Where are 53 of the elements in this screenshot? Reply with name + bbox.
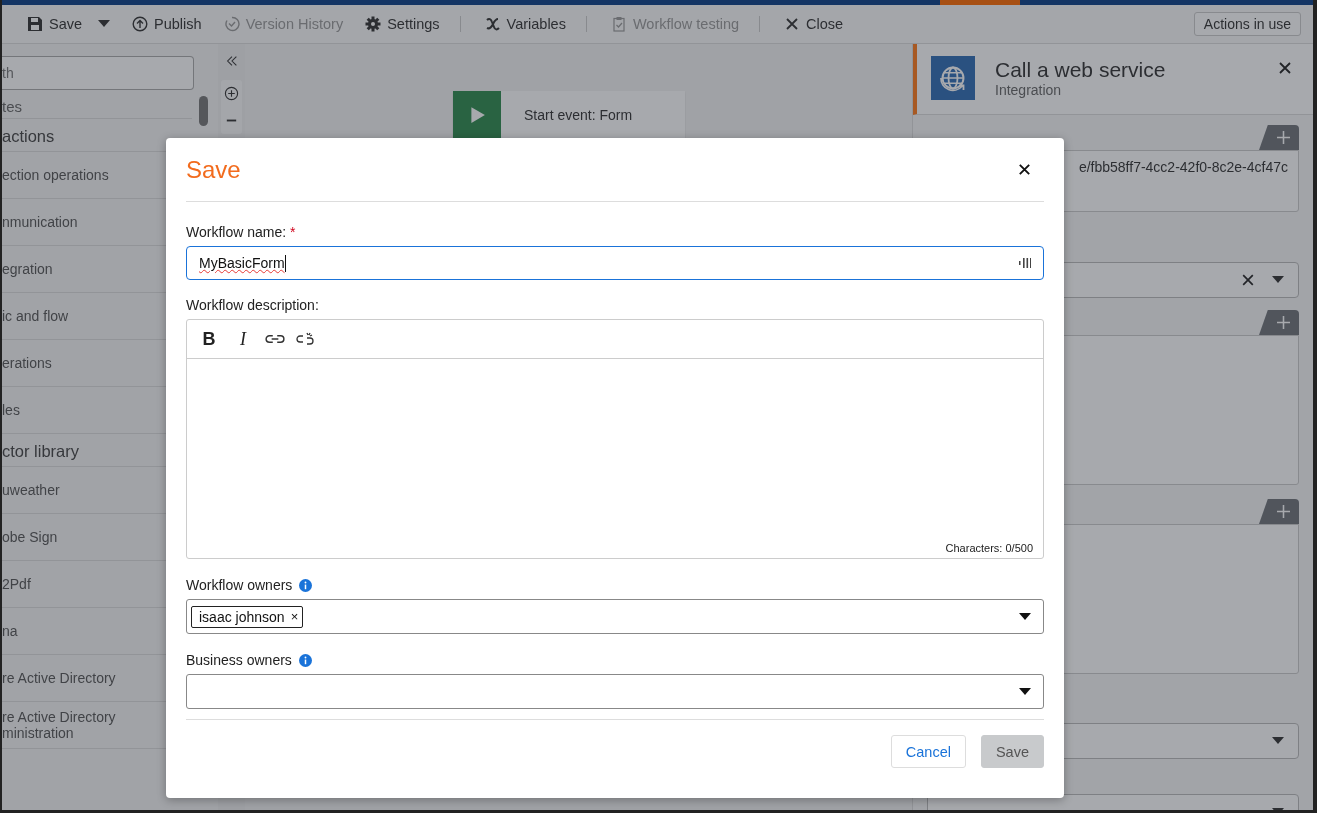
add-tab[interactable]: [1259, 310, 1299, 335]
play-icon: [468, 105, 486, 125]
caret-icon: [1019, 687, 1031, 696]
name-input[interactable]: MyBasicForm: [186, 246, 1044, 280]
clear-icon[interactable]: [1242, 274, 1254, 286]
link-icon[interactable]: [265, 332, 285, 346]
scrollbar[interactable]: [199, 96, 208, 126]
upload-icon: [132, 16, 149, 32]
collapse-icon[interactable]: [224, 54, 239, 68]
tag-label: isaac johnson: [199, 608, 285, 625]
panel-subtitle: Integration: [995, 82, 1063, 98]
plus-icon: [1277, 316, 1290, 329]
toolbar-button[interactable]: Close: [782, 16, 854, 32]
add-tab[interactable]: [1259, 125, 1299, 150]
plus-icon: [1277, 131, 1290, 144]
cancel-button[interactable]: Cancel: [890, 735, 966, 768]
caret-icon: [1019, 612, 1031, 621]
start-event-node[interactable]: Start event: Form: [453, 91, 685, 139]
close-icon[interactable]: [1017, 162, 1032, 177]
business-owners-select[interactable]: [186, 674, 1044, 709]
plus-icon: [1277, 505, 1290, 518]
node-label: Start event: Form: [523, 106, 633, 125]
italic-button[interactable]: I: [231, 328, 255, 350]
history-icon: [223, 16, 240, 32]
description-editor[interactable]: B I Characters: 0/500: [186, 319, 1044, 559]
zoom-in-icon[interactable]: [224, 86, 239, 101]
owners-select[interactable]: isaac johnson ×: [186, 599, 1044, 634]
bold-button[interactable]: B: [197, 328, 221, 350]
info-icon[interactable]: [299, 578, 313, 592]
toolbar-button[interactable]: Variables: [482, 16, 587, 32]
caret-icon: [1272, 276, 1284, 284]
unlink-icon[interactable]: [295, 332, 315, 346]
caret-icon: [98, 20, 111, 28]
search-field[interactable]: th: [2, 56, 194, 90]
toolbar-button[interactable]: Publish: [130, 16, 212, 32]
toolbar-button[interactable]: Settings: [363, 16, 461, 32]
close-icon[interactable]: [1277, 60, 1293, 76]
required-mark: *: [290, 224, 296, 240]
info-icon[interactable]: [298, 653, 312, 667]
remove-tag-button[interactable]: ×: [290, 609, 299, 624]
clipboard-icon: [610, 16, 627, 32]
panel-title: Call a web service: [995, 58, 1167, 82]
toolbar-button[interactable]: Save: [25, 16, 121, 32]
globe-icon: [931, 56, 975, 100]
character-counter: Characters: 0/500: [945, 542, 1033, 554]
settings-icon: [365, 16, 382, 32]
add-tab[interactable]: [1259, 499, 1299, 524]
variable-icon: [484, 16, 501, 32]
close-icon: [784, 16, 801, 32]
actions-in-use-button[interactable]: Actions in use: [1193, 12, 1301, 36]
caret-icon: [1272, 737, 1284, 745]
bars-icon: [1019, 258, 1031, 268]
sidebar-heading: tes: [2, 90, 192, 119]
